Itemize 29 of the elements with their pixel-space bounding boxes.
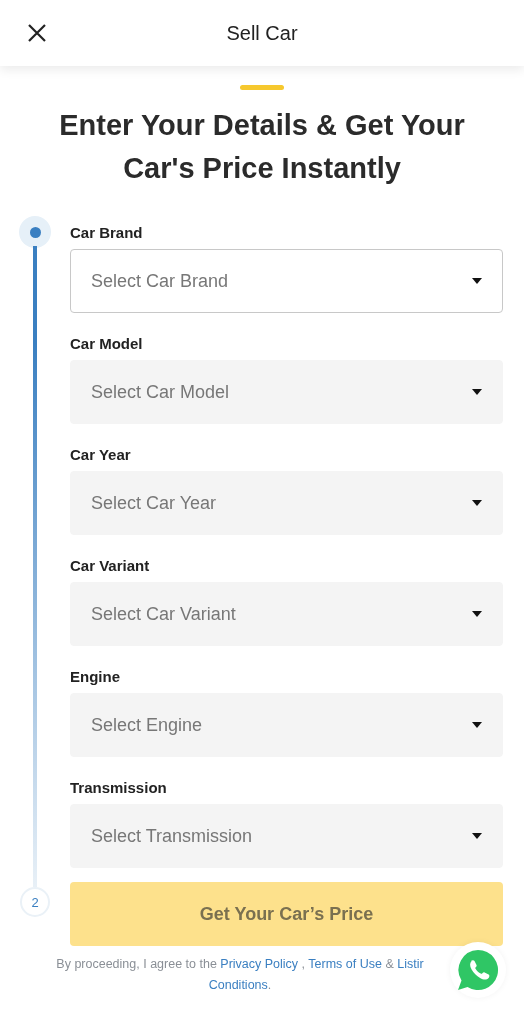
select-field[interactable]: Select Car Variant bbox=[70, 582, 503, 646]
select-field[interactable]: Select Engine bbox=[70, 693, 503, 757]
page-title: Sell Car bbox=[226, 21, 298, 45]
field-label: Engine bbox=[70, 668, 121, 685]
policy-link[interactable]: Terms of Use bbox=[308, 957, 382, 971]
field-label: Car Brand bbox=[70, 224, 144, 241]
step-number: 2 bbox=[20, 887, 50, 917]
policy-link[interactable]: Privacy Policy bbox=[220, 957, 299, 971]
caret-icon bbox=[472, 389, 482, 395]
consent-text: By proceeding, I agree to the Privacy Policy , Terms of Use & Listir Conditions. bbox=[55, 956, 425, 994]
select-field[interactable]: Select Car Model bbox=[70, 360, 503, 424]
field-label: Transmission bbox=[70, 779, 168, 796]
caret-icon bbox=[472, 278, 482, 284]
policy-link[interactable]: Conditions bbox=[208, 978, 268, 992]
field-label: Car Variant bbox=[70, 557, 151, 574]
accent-bar bbox=[240, 85, 284, 90]
caret-icon bbox=[472, 500, 482, 506]
field-label: Car Year bbox=[70, 446, 132, 463]
select-field[interactable]: Select Car Year bbox=[70, 471, 503, 535]
select-field[interactable]: Select Car Brand bbox=[70, 249, 503, 313]
policy-link[interactable]: Listir bbox=[397, 957, 424, 971]
caret-icon bbox=[472, 833, 482, 839]
field-label: Car Model bbox=[70, 335, 144, 352]
form-heading: Enter Your Details & Get Your Car's Price Instantly bbox=[58, 108, 466, 186]
step-indicator bbox=[19, 216, 51, 248]
caret-icon bbox=[472, 611, 482, 617]
caret-icon bbox=[472, 722, 482, 728]
select-field[interactable]: Select Transmission bbox=[70, 804, 503, 868]
phone-bubble-icon bbox=[457, 949, 499, 991]
